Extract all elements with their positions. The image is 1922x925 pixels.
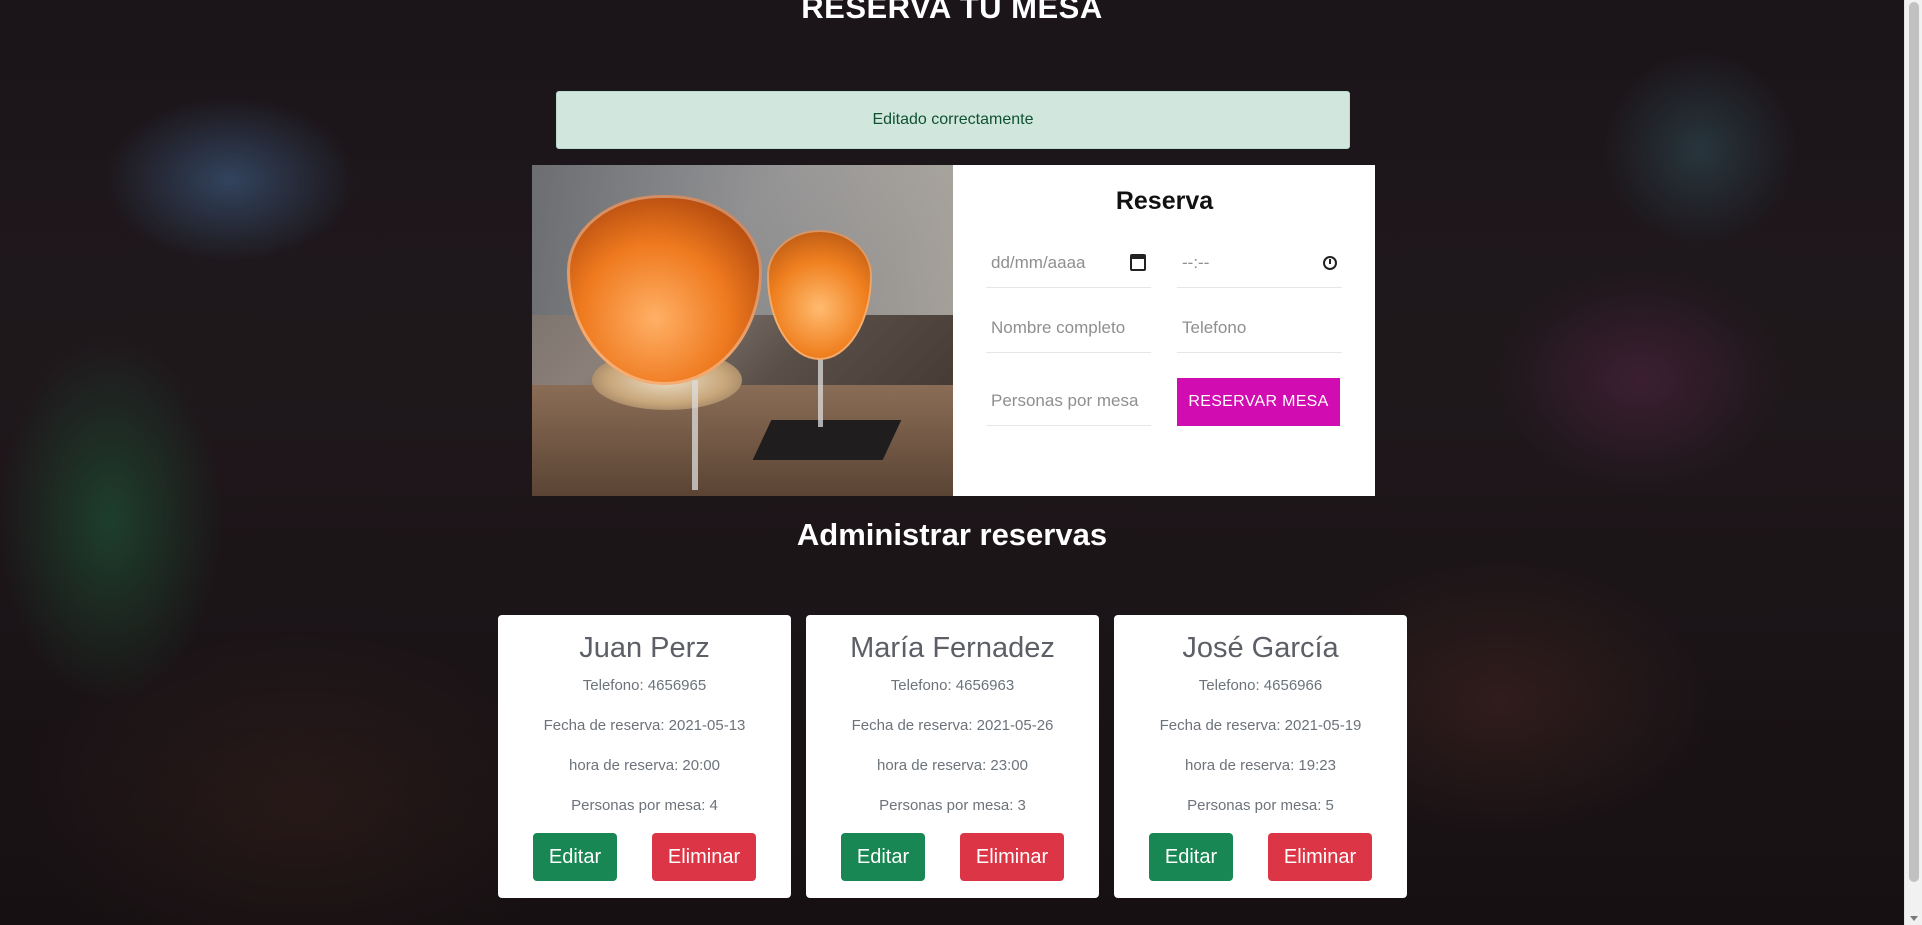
guest-name: Juan Perz [579,632,710,664]
vertical-scrollbar[interactable] [1904,0,1922,925]
calendar-icon[interactable] [1130,254,1146,271]
people-field[interactable] [986,376,1151,426]
time-field[interactable] [1177,238,1342,288]
reservation-time: hora de reserva: 20:00 [569,757,720,774]
phone-field[interactable] [1177,303,1342,353]
reservation-date: Fecha de reserva: 2021-05-26 [851,717,1054,734]
reserve-table-button[interactable]: RESERVAR MESA [1177,378,1340,426]
reservation-list: Juan Perz Telefono: 4656965 Fecha de res… [498,615,1407,898]
guest-phone: Telefono: 4656966 [1198,677,1323,694]
edit-button[interactable]: Editar [1149,833,1233,881]
date-input[interactable] [991,252,1130,273]
reservation-item: José García Telefono: 4656966 Fecha de r… [1114,615,1407,898]
date-field[interactable] [986,238,1151,288]
reservation-time: hora de reserva: 19:23 [1185,757,1336,774]
scrollbar-thumb[interactable] [1909,2,1919,882]
reservation-item: Juan Perz Telefono: 4656965 Fecha de res… [498,615,791,898]
time-input[interactable] [1182,252,1323,273]
success-alert: Editado correctamente [556,91,1350,149]
guest-phone: Telefono: 4656963 [890,677,1015,694]
reservation-form: Reserva RESERVAR MESA [953,165,1375,496]
delete-button[interactable]: Eliminar [1268,833,1372,881]
party-size: Personas por mesa: 5 [1187,797,1334,814]
guest-name: María Fernadez [850,632,1055,664]
clock-icon[interactable] [1323,255,1337,270]
reservation-card: Reserva RESERVAR MESA [532,165,1375,496]
reservation-item: María Fernadez Telefono: 4656963 Fecha d… [806,615,1099,898]
form-title: Reserva [1115,187,1214,215]
edit-button[interactable]: Editar [533,833,617,881]
delete-button[interactable]: Eliminar [652,833,756,881]
delete-button[interactable]: Eliminar [960,833,1064,881]
name-input[interactable] [991,317,1146,338]
party-size: Personas por mesa: 3 [879,797,1026,814]
name-field[interactable] [986,303,1151,353]
people-input[interactable] [991,390,1146,411]
guest-phone: Telefono: 4656965 [582,677,707,694]
reservation-date: Fecha de reserva: 2021-05-13 [543,717,746,734]
party-size: Personas por mesa: 4 [571,797,718,814]
page-title: RESERVA TU MESA [801,0,1103,25]
scroll-down-arrow-icon[interactable] [1910,916,1918,921]
guest-name: José García [1182,632,1339,664]
cocktail-image [532,165,953,496]
reservation-date: Fecha de reserva: 2021-05-19 [1159,717,1362,734]
edit-button[interactable]: Editar [841,833,925,881]
admin-section-title: Administrar reservas [796,517,1108,552]
reservation-time: hora de reserva: 23:00 [877,757,1028,774]
phone-input[interactable] [1182,317,1337,338]
